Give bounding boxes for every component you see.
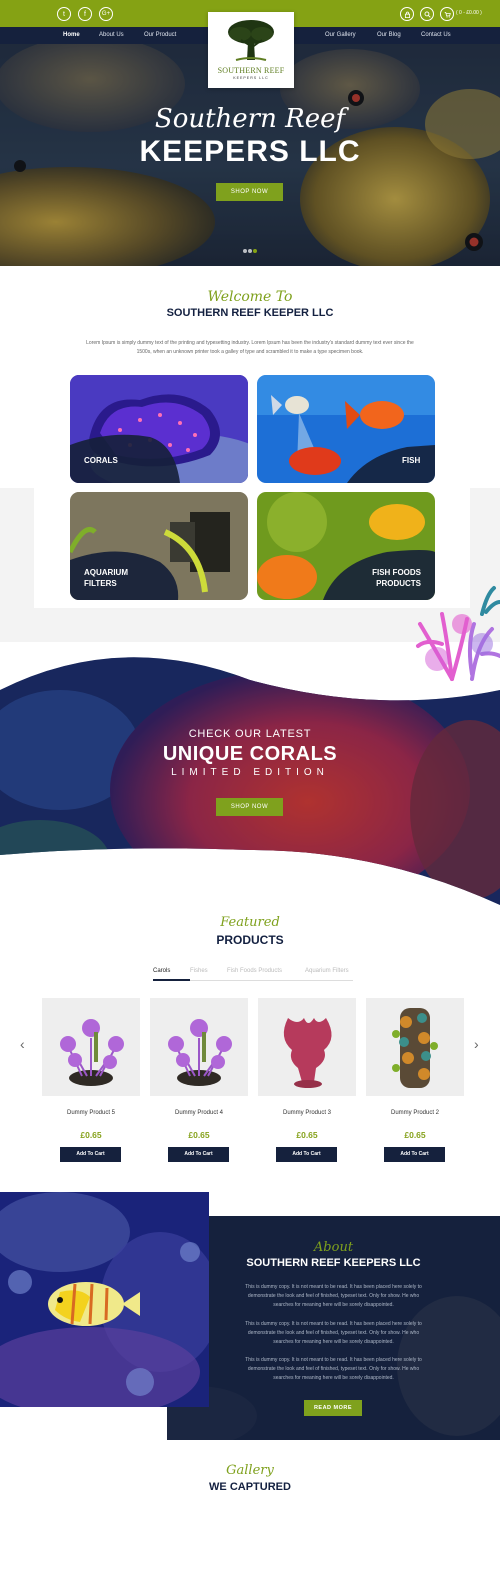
cart-summary[interactable]: ( 0 - £0.00 ): [456, 10, 482, 16]
hero-shop-now-button[interactable]: SHOP NOW: [216, 183, 283, 201]
about-p3-line2: demonstrate the look and feel of finishe…: [247, 1366, 420, 1372]
logo-title: SOUTHERN REEF: [217, 66, 285, 75]
promo-line-3: LIMITED EDITION: [171, 767, 329, 778]
nav-our-gallery[interactable]: Our Gallery: [325, 27, 356, 44]
nav-home[interactable]: Home: [63, 27, 80, 44]
slide-dot-2[interactable]: [248, 249, 252, 253]
product-image-3[interactable]: [258, 998, 356, 1096]
promo-line-2: UNIQUE CORALS: [162, 743, 338, 765]
product-price-4: £0.65: [404, 1130, 426, 1140]
category-card-aquarium-filters[interactable]: AQUARIUM FILTERS: [70, 492, 248, 600]
category-label-filters: FILTERS: [84, 579, 117, 588]
promo-shop-now-button[interactable]: SHOP NOW: [216, 798, 283, 816]
product-price-2: £0.65: [188, 1130, 210, 1140]
product-name-4[interactable]: Dummy Product 2: [366, 1110, 464, 1116]
about-paragraph-3: This is dummy copy. It is not meant to b…: [167, 1356, 500, 1383]
about-p1-line2: demonstrate the look and feel of finishe…: [247, 1293, 420, 1299]
about-p2-line2: demonstrate the look and feel of finishe…: [247, 1330, 420, 1336]
product-image-1[interactable]: [42, 998, 140, 1096]
about-p2-line3: searches for meaning here will be sorely…: [273, 1339, 394, 1345]
about-p1-line3: searches for meaning here will be sorely…: [273, 1302, 394, 1308]
promo-line-1: CHECK OUR LATEST: [188, 728, 312, 740]
site-logo[interactable]: SOUTHERN REEF KEEPERS LLC: [208, 12, 294, 88]
product-image-2[interactable]: [150, 998, 248, 1096]
add-to-cart-button-3[interactable]: Add To Cart: [276, 1147, 337, 1162]
tree-logo-icon: [228, 20, 274, 61]
about-title: SOUTHERN REEF KEEPERS LLC: [246, 1257, 421, 1269]
tab-carols[interactable]: Carols: [153, 968, 170, 974]
google-plus-icon[interactable]: G+: [99, 7, 113, 21]
product-price-3: £0.65: [296, 1130, 318, 1140]
carousel-prev-icon[interactable]: ‹: [20, 1036, 25, 1052]
category-card-corals[interactable]: CORALS: [70, 375, 248, 483]
featured-title: PRODUCTS: [216, 933, 284, 947]
welcome-text-line-2: 1500s, when an unknown printer took a ga…: [136, 349, 364, 355]
about-p2-line1: This is dummy copy. It is not meant to b…: [245, 1321, 422, 1327]
side-band-left: [0, 488, 34, 608]
category-label-corals: CORALS: [84, 456, 118, 465]
tab-fish-foods-products[interactable]: Fish Foods Products: [227, 968, 282, 974]
product-name-1[interactable]: Dummy Product 5: [42, 1110, 140, 1116]
hero-script-title: Southern Reef: [154, 104, 346, 134]
slide-dot-1[interactable]: [243, 249, 247, 253]
product-name-3[interactable]: Dummy Product 3: [258, 1110, 356, 1116]
gallery-title: WE CAPTURED: [209, 1481, 291, 1493]
lock-icon[interactable]: [400, 7, 414, 21]
category-label-aquarium: AQUARIUM: [84, 568, 128, 577]
cart-icon[interactable]: [440, 7, 454, 21]
add-to-cart-button-1[interactable]: Add To Cart: [60, 1147, 121, 1162]
about-paragraph-2: This is dummy copy. It is not meant to b…: [167, 1320, 500, 1347]
category-label-fish: FISH: [402, 456, 421, 465]
gallery-script: Gallery: [226, 1463, 274, 1478]
logo-subtitle: KEEPERS LLC: [233, 76, 269, 80]
category-label-aquarium-filters: AQUARIUM FILTERS: [84, 567, 128, 589]
carousel-next-icon[interactable]: ›: [474, 1036, 479, 1052]
tab-fishes[interactable]: Fishes: [190, 968, 208, 974]
about-p1-line1: This is dummy copy. It is not meant to b…: [245, 1284, 422, 1290]
category-card-fish-foods[interactable]: FISH FOODS PRODUCTS: [257, 492, 435, 600]
about-script: About: [313, 1240, 354, 1255]
about-paragraph-1: This is dummy copy. It is not meant to b…: [167, 1283, 500, 1310]
welcome-script: Welcome To: [207, 289, 293, 305]
hero-title: KEEPERS LLC: [139, 135, 361, 168]
about-read-more-button[interactable]: READ MORE: [304, 1400, 362, 1416]
nav-our-blog[interactable]: Our Blog: [377, 27, 401, 44]
product-price-1: £0.65: [80, 1130, 102, 1140]
tab-active-indicator: [153, 979, 190, 981]
facebook-icon[interactable]: f: [78, 7, 92, 21]
twitter-icon[interactable]: t: [57, 7, 71, 21]
add-to-cart-button-2[interactable]: Add To Cart: [168, 1147, 229, 1162]
featured-script: Featured: [220, 915, 280, 930]
tab-aquarium-filters[interactable]: Aquarium Filters: [305, 968, 349, 974]
product-name-2[interactable]: Dummy Product 4: [150, 1110, 248, 1116]
nav-contact-us[interactable]: Contact Us: [421, 27, 451, 44]
search-icon[interactable]: [420, 7, 434, 21]
category-label-fish-foods-line1: FISH FOODS: [372, 568, 421, 577]
welcome-title: SOUTHERN REEF KEEPER LLC: [166, 307, 334, 319]
welcome-text-line-1: Lorem Ipsum is simply dummy text of the …: [86, 340, 414, 346]
nav-our-product[interactable]: Our Product: [144, 27, 176, 44]
nav-about-us[interactable]: About Us: [99, 27, 124, 44]
slide-dot-3-active[interactable]: [253, 249, 257, 253]
category-card-fish[interactable]: FISH: [257, 375, 435, 483]
about-p3-line3: searches for meaning here will be sorely…: [273, 1375, 394, 1381]
about-p3-line1: This is dummy copy. It is not meant to b…: [245, 1357, 422, 1363]
product-image-4[interactable]: [366, 998, 464, 1096]
add-to-cart-button-4[interactable]: Add To Cart: [384, 1147, 445, 1162]
